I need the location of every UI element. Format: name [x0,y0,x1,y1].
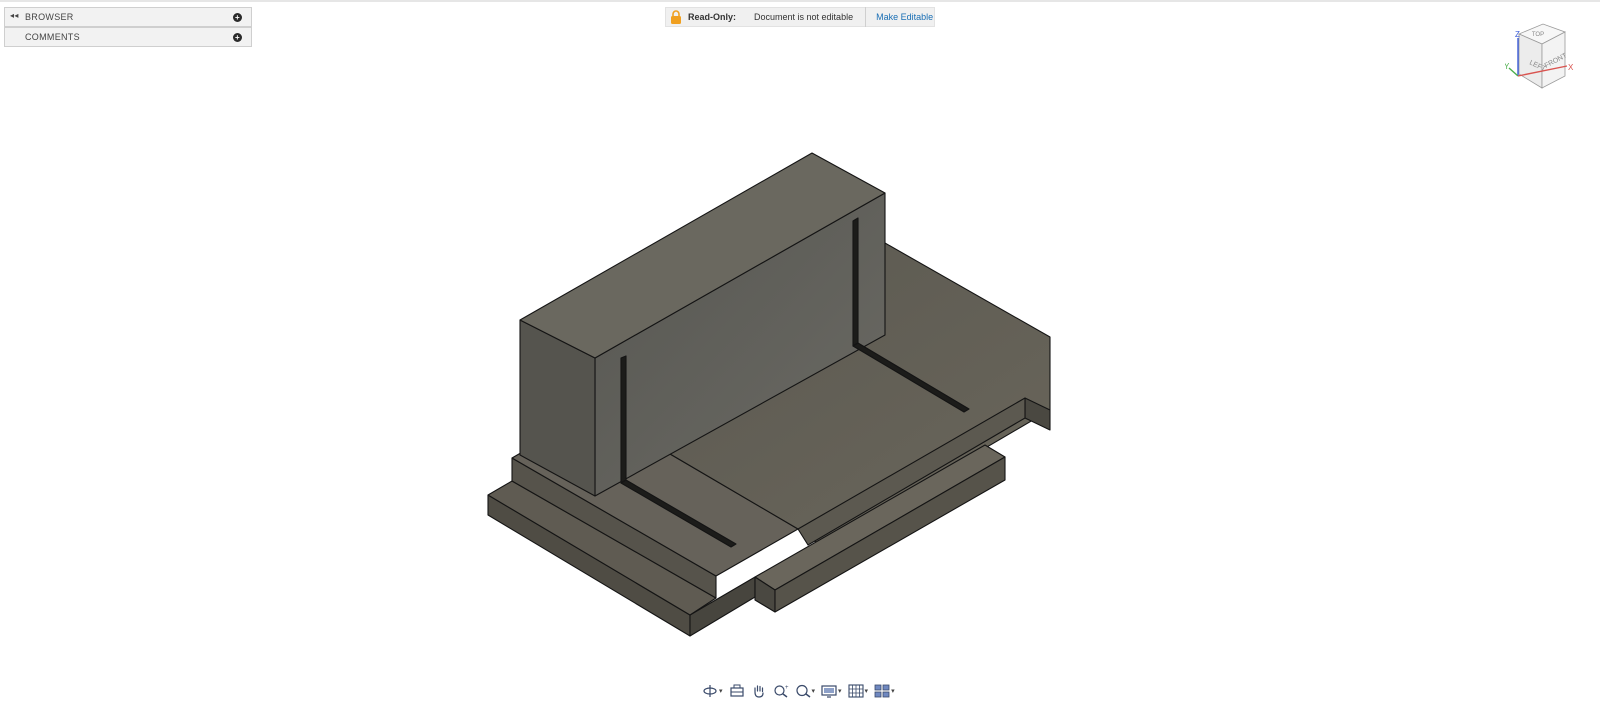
chevron-down-icon[interactable]: ▾ [891,687,895,695]
viewports-icon [874,684,890,698]
display-settings-button[interactable]: ▾ [819,682,844,700]
orbit-button[interactable]: ▾ [700,682,725,700]
chevron-down-icon[interactable]: ▾ [838,687,842,695]
navigation-toolbar: ▾ + ▾ ▾ ▾ ▾ [700,680,900,702]
zoom-icon: + [773,685,789,698]
chevron-down-icon[interactable]: ▾ [719,687,723,695]
look-at-button[interactable] [727,682,747,700]
zoom-window-icon [795,684,810,698]
grid-snaps-button[interactable]: ▾ [846,682,871,700]
svg-text:+: + [785,685,789,691]
grid-icon [847,684,864,698]
monitor-icon [821,685,837,698]
orbit-icon [703,685,717,697]
chevron-down-icon[interactable]: ▾ [812,687,816,695]
fit-button[interactable]: ▾ [793,682,818,700]
bracket-model[interactable] [487,152,1051,637]
model-viewport[interactable] [0,0,1600,704]
hand-icon [753,685,764,698]
chevron-down-icon[interactable]: ▾ [865,687,869,695]
pan-button[interactable] [749,682,769,700]
look-at-icon [729,684,744,697]
zoom-button[interactable]: + [771,682,791,700]
viewports-button[interactable]: ▾ [872,682,897,700]
